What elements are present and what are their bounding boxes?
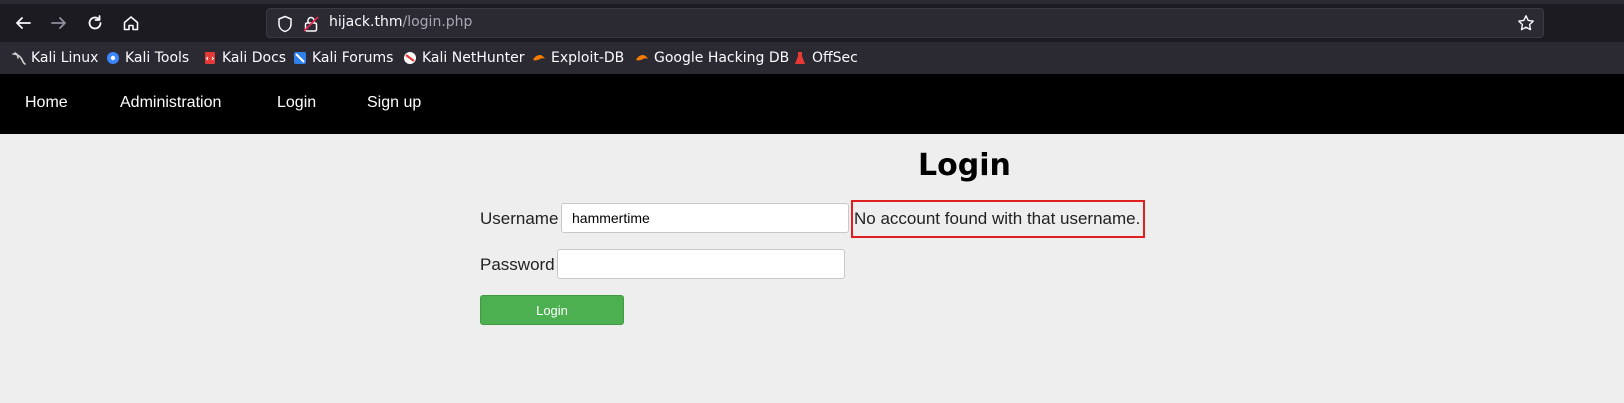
bookmark-label: Kali Docs: [222, 50, 287, 66]
bookmark-kali-linux[interactable]: Kali Linux: [12, 49, 98, 67]
username-label: Username: [480, 209, 559, 228]
nav-administration-link[interactable]: Administration: [120, 94, 221, 112]
bookmark-label: Kali Forums: [312, 50, 394, 66]
bookmark-label: Kali Tools: [125, 50, 190, 66]
arrow-left-icon: [16, 17, 31, 29]
browser-toolbar: hijack.thm/login.php: [0, 0, 1624, 42]
home-button[interactable]: [118, 10, 144, 36]
back-button[interactable]: [10, 10, 36, 36]
bookmark-label: Kali Linux: [31, 50, 99, 66]
kali-tools-icon: [107, 52, 119, 64]
nav-login-link[interactable]: Login: [277, 94, 316, 112]
nav-home-link[interactable]: Home: [25, 94, 68, 112]
error-message: No account found with that username.: [854, 209, 1141, 228]
kali-dragon-icon: [12, 52, 26, 65]
site-navbar: Home Administration Login Sign up: [0, 74, 1624, 134]
home-icon: [123, 16, 139, 31]
password-input[interactable]: [557, 249, 845, 279]
reload-button[interactable]: [82, 10, 108, 36]
bookmark-exploit-db[interactable]: Exploit-DB: [532, 49, 624, 67]
bookmark-kali-nethunter[interactable]: Kali NetHunter: [403, 49, 524, 67]
reload-icon: [88, 15, 102, 30]
kali-forums-icon: [294, 52, 306, 64]
bookmark-google-hacking-db[interactable]: Google Hacking DB: [635, 49, 789, 67]
bookmark-label: Exploit-DB: [551, 50, 625, 66]
url-path: /login.php: [402, 14, 473, 30]
url-text[interactable]: hijack.thm/login.php: [329, 14, 472, 30]
nav-signup-link[interactable]: Sign up: [367, 94, 421, 112]
username-input[interactable]: [561, 203, 849, 233]
login-submit-button[interactable]: Login: [480, 295, 624, 325]
bookmark-offsec[interactable]: OffSec: [793, 49, 858, 67]
password-label: Password: [480, 255, 555, 274]
kali-nethunter-icon: [404, 52, 416, 64]
bookmarks-toolbar: Kali Linux Kali Tools Kali Docs Kali For…: [0, 42, 1624, 74]
page-title: Login: [918, 148, 1011, 183]
ghdb-icon: [636, 55, 648, 61]
bookmark-label: OffSec: [812, 50, 858, 66]
insecure-lock-icon[interactable]: [303, 15, 319, 33]
arrow-right-icon: [51, 17, 66, 29]
bookmark-label: Kali NetHunter: [422, 50, 525, 66]
bookmark-kali-tools[interactable]: Kali Tools: [106, 49, 189, 67]
url-host: hijack.thm: [329, 14, 403, 30]
page-title-wrap: Login: [918, 148, 1011, 183]
bookmark-kali-forums[interactable]: Kali Forums: [293, 49, 393, 67]
kali-docs-icon: [205, 52, 215, 64]
forward-button[interactable]: [46, 10, 72, 36]
exploit-db-icon: [533, 55, 545, 61]
bookmark-star-icon[interactable]: [1517, 14, 1535, 32]
shield-icon[interactable]: [277, 15, 293, 33]
bookmark-kali-docs[interactable]: Kali Docs: [203, 49, 286, 67]
offsec-icon: [795, 52, 805, 64]
bookmark-label: Google Hacking DB: [654, 50, 790, 66]
tab-strip-edge: [0, 0, 1624, 4]
address-bar[interactable]: hijack.thm/login.php: [266, 8, 1544, 38]
